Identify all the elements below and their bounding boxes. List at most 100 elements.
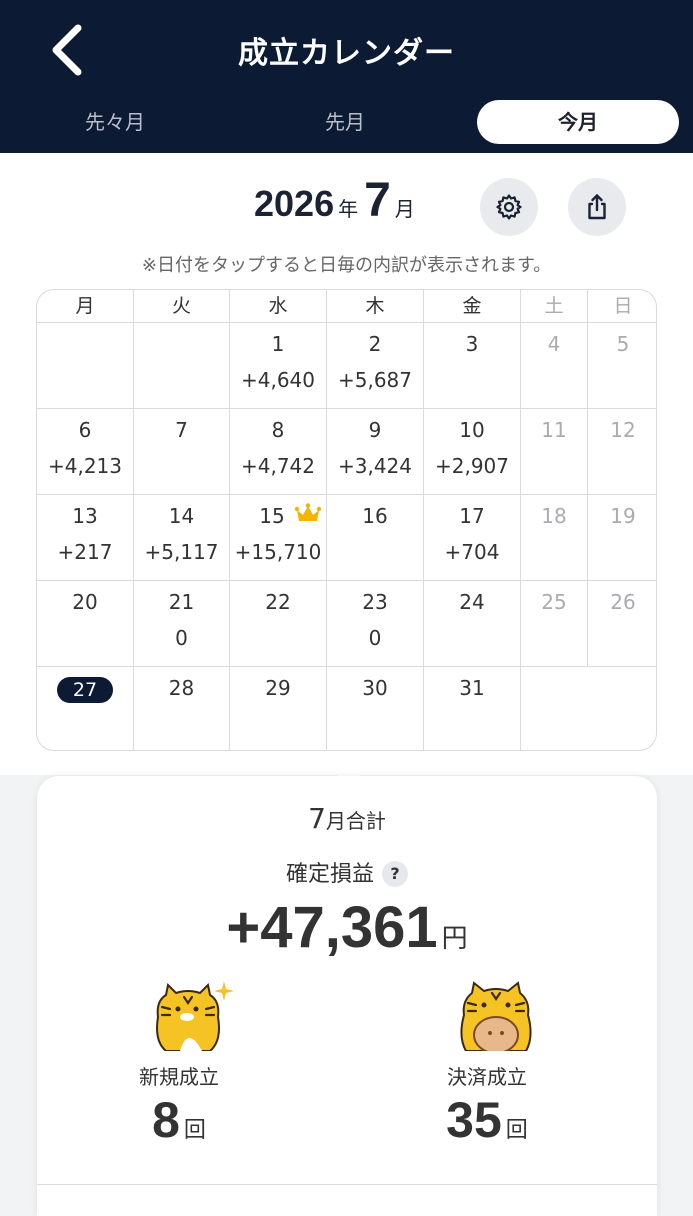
help-button[interactable]: ? [382,861,408,887]
gear-icon [496,194,522,220]
realized-pl-value: +47,361 円 [37,894,657,961]
divider [37,1184,657,1185]
app-header: 成立カレンダー 先々月 先月 今月 [0,0,693,153]
calendar-day-cell[interactable]: 12 [588,409,656,495]
daily-profit: +4,742 [240,454,315,478]
calendar-day-cell[interactable]: 6 +4,213 [37,409,134,495]
summary-title-suffix: 月合計 [325,809,386,833]
calendar-day-cell[interactable]: 18 [521,495,588,581]
new-trades-count: 8回 [49,1091,309,1149]
weekday-label: 月 [37,290,134,323]
new-count-unit: 回 [183,1117,206,1142]
calendar-day-cell[interactable]: 27 [37,667,134,750]
closed-trades-count: 35 回 [357,1091,617,1149]
calendar-day-cell[interactable]: 3 [424,323,521,409]
month-bar: 2026 年 7 月 [0,153,693,253]
calendar-date: 20 [72,590,98,614]
calendar-day-cell[interactable]: 14 +5,117 [134,495,230,581]
today-date: 27 [57,677,113,703]
calendar-day-cell[interactable]: 28 [134,667,230,750]
pl-amount: +47,361 [226,895,438,960]
calendar-date: 23 [362,590,388,614]
calendar-date: 19 [610,504,636,528]
calendar-date: 30 [362,676,388,700]
calendar-date: 24 [459,590,485,614]
calendar-day-cell[interactable]: 1 +4,640 [230,323,327,409]
calendar-day-cell[interactable]: 16 [327,495,424,581]
calendar-empty-cell [134,323,230,409]
weekday-label: 火 [134,290,230,323]
summary-title: 7月合計 [37,802,657,835]
calendar-date: 5 [616,332,630,356]
calendar-day-cell[interactable]: 23 0 [327,581,424,667]
calendar-day-cell[interactable]: 13 +217 [37,495,134,581]
calendar-empty-cell [37,323,134,409]
calendar-day-cell[interactable]: 17 +704 [424,495,521,581]
tiger-mascot-icon [460,981,532,1051]
daily-profit: +4,640 [240,368,315,392]
calendar-day-cell[interactable]: 30 [327,667,424,750]
calendar-date: 31 [459,676,485,700]
calendar-day-cell[interactable]: 25 [521,581,588,667]
calendar-empty-cell [588,667,656,750]
new-trades-stat: 新規成立 8回 [49,981,309,1151]
settings-button[interactable] [480,178,538,236]
calendar-date: 26 [610,590,636,614]
calendar-date: 6 [78,418,92,442]
calendar-day-cell[interactable]: 19 [588,495,656,581]
calendar-day-cell[interactable]: 2 +5,687 [327,323,424,409]
calendar-date: 14 [168,504,195,528]
tab-two-months-ago[interactable]: 先々月 [20,100,210,144]
calendar-day-cell[interactable]: 21 0 [134,581,230,667]
calendar-day-cell[interactable]: 11 [521,409,588,495]
weekday-label: 水 [230,290,327,323]
calendar-date: 25 [541,590,567,614]
daily-profit: +4,213 [47,454,122,478]
calendar-day-cell[interactable]: 29 [230,667,327,750]
tab-last-month[interactable]: 先月 [250,100,440,144]
calendar-day-cell[interactable]: 8 +4,742 [230,409,327,495]
share-button[interactable] [568,178,626,236]
calendar-grid: 月火水木金土 日 1 +4,640 2 +5,687 3 4 5 6 +4,213 7 8 +4,742… [36,289,657,751]
calendar-day-cell[interactable]: 4 [521,323,588,409]
calendar-date: 29 [265,676,291,700]
crown-icon [295,503,321,521]
calendar-date: 13 [72,504,98,528]
weekday-label: 日 [613,295,633,317]
calendar-date: 16 [362,504,388,528]
calendar-date: 2 [368,332,382,356]
close-count-value: 35 [446,1092,502,1148]
calendar-day-cell[interactable]: 5 [588,323,656,409]
calendar-day-cell[interactable]: 26 [588,581,656,667]
daily-profit: +5,117 [144,540,219,564]
summary-pointer [337,762,361,776]
calendar-day-cell[interactable]: 31 [424,667,521,750]
calendar-date: 8 [271,418,285,442]
tiger-mascot-icon [156,981,234,1051]
calendar-day-cell[interactable]: 20 [37,581,134,667]
calendar-day-cell[interactable]: 15 +15,710 [230,495,327,581]
calendar-day-cell[interactable]: 9 +3,424 [327,409,424,495]
calendar-day-cell[interactable]: 7 [134,409,230,495]
calendar-date: 4 [547,332,561,356]
weekday-label: 金 [424,290,521,323]
year-value: 2026 [254,183,335,224]
daily-profit: +2,907 [434,454,509,478]
pl-unit: 円 [441,923,468,953]
summary-month: 7 [308,802,326,835]
calendar-date: 21 [168,590,195,614]
month-tabs: 先々月 先月 今月 [0,100,693,146]
calendar-date: 17 [459,504,485,528]
daily-profit: +217 [57,540,113,564]
daily-profit: 0 [175,626,188,650]
calendar-day-cell[interactable]: 24 [424,581,521,667]
weekday-header: 月火水木金土 日 [37,290,656,323]
weekday-label: 木 [327,290,424,323]
month-unit: 月 [394,199,415,221]
realized-pl-text: 確定損益 [285,862,374,887]
tab-this-month[interactable]: 今月 [477,100,679,144]
share-icon [588,194,606,220]
calendar-day-cell[interactable]: 10 +2,907 [424,409,521,495]
calendar-day-cell[interactable]: 22 [230,581,327,667]
daily-profit: +5,687 [337,368,412,392]
